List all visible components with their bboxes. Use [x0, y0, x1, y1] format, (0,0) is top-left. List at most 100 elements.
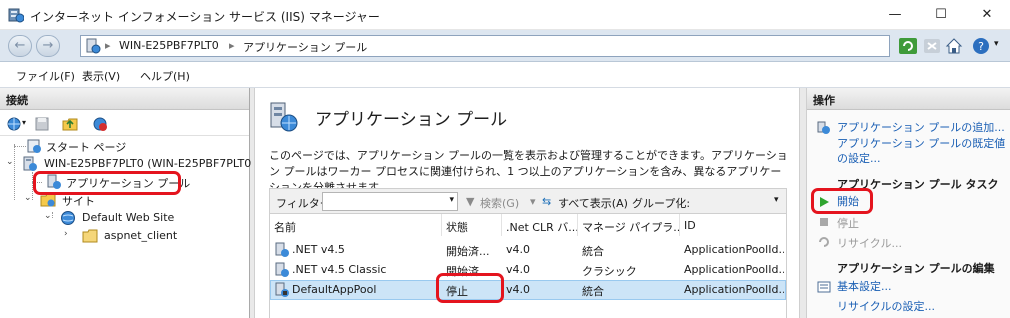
- cell-name: .NET v4.5 Classic: [292, 263, 387, 276]
- maximize-button[interactable]: ☐: [918, 0, 964, 30]
- show-all-icon: ⇆: [542, 195, 552, 208]
- highlight-box: [33, 171, 181, 195]
- menu-bar: ファイル(F) 表示(V) ヘルプ(H): [0, 62, 1010, 88]
- menu-help[interactable]: ヘルプ(H): [140, 68, 190, 84]
- filter-dropdown-icon[interactable]: ▾: [449, 195, 454, 205]
- highlight-box: [811, 188, 873, 214]
- recycle-settings-link[interactable]: リサイクルの設定...: [837, 299, 935, 314]
- connections-toolbar: ▾: [0, 112, 249, 136]
- cell-identity: ApplicationPoolId...: [684, 283, 784, 296]
- column-header-name[interactable]: 名前: [270, 214, 442, 236]
- help-dropdown-icon[interactable]: ▾: [994, 39, 999, 49]
- filter-input[interactable]: ▾: [322, 192, 458, 211]
- search-funnel-icon: ▼: [466, 195, 475, 208]
- actions-header: 操作: [807, 88, 1010, 110]
- connect-globe-icon[interactable]: [6, 116, 22, 132]
- collapse-chevron-icon[interactable]: ⌄: [6, 157, 14, 167]
- up-folder-icon[interactable]: [62, 116, 78, 132]
- globe-icon: [61, 211, 75, 225]
- page-title: アプリケーション プール: [315, 110, 508, 130]
- app-pool-icon: [275, 262, 289, 277]
- connections-pane: 接続 ▾ スタート ページ ⌄ WIN-E25PBF7PLT0 (WIN-E25…: [0, 88, 252, 318]
- minimize-button[interactable]: —: [872, 0, 918, 30]
- cell-state: 開始済...: [446, 245, 490, 258]
- navigation-bar: ← → ▸ WIN-E25PBF7PLT0 ▸ アプリケーション プール ? ▾: [0, 30, 1010, 62]
- highlight-box: [436, 273, 504, 303]
- folder-icon: [82, 229, 98, 243]
- column-header-identity[interactable]: ID: [680, 214, 786, 236]
- menu-view[interactable]: 表示(V): [82, 68, 120, 84]
- expand-chevron-icon[interactable]: ›: [64, 229, 68, 239]
- collapse-chevron-icon[interactable]: ⌄: [44, 211, 52, 221]
- connect-dropdown-icon[interactable]: ▾: [22, 118, 26, 127]
- svg-text:?: ?: [978, 40, 984, 53]
- breadcrumb-app-pools[interactable]: アプリケーション プール: [243, 39, 367, 55]
- cell-identity: ApplicationPoolId...: [684, 263, 784, 276]
- breadcrumb-server[interactable]: WIN-E25PBF7PLT0: [119, 39, 219, 52]
- app-pool-stopped-icon: [275, 282, 289, 297]
- address-separator-icon: ▸: [229, 39, 235, 52]
- app-pool-icon: [275, 242, 289, 257]
- tree-label: aspnet_client: [104, 229, 178, 242]
- cell-pipeline: 統合: [582, 285, 604, 298]
- cell-clr: v4.0: [506, 283, 531, 296]
- iis-app-icon: [8, 8, 24, 23]
- cell-clr: v4.0: [506, 243, 531, 256]
- table-row[interactable]: .NET v4.5 開始済... v4.0 統合 ApplicationPool…: [270, 240, 786, 260]
- address-separator-icon: ▸: [105, 39, 111, 52]
- column-header-pipeline[interactable]: マネージ パイプラ...: [578, 214, 680, 236]
- add-application-pool-link[interactable]: アプリケーション プールの追加...: [837, 120, 1007, 135]
- server-icon: [23, 156, 37, 171]
- cell-identity: ApplicationPoolId...: [684, 243, 784, 256]
- filter-bar-overflow-icon[interactable]: ▾: [774, 195, 779, 205]
- back-button[interactable]: ←: [8, 35, 32, 57]
- forward-button[interactable]: →: [36, 35, 60, 57]
- stop-link[interactable]: 停止: [837, 215, 859, 231]
- cell-name: DefaultAppPool: [292, 283, 377, 296]
- app-pools-table: 名前 状態 .Net CLR バ... マネージ パイプラ... ID .NET…: [269, 214, 787, 318]
- title-bar: インターネット インフォメーション サービス (IIS) マネージャー — ☐ …: [0, 0, 1010, 30]
- collapse-chevron-icon[interactable]: ⌄: [24, 193, 32, 203]
- tree-label: WIN-E25PBF7PLT0 (WIN-E25PBF7PLT0: [44, 157, 252, 170]
- server-icon: [86, 38, 101, 54]
- tree-label: スタート ページ: [46, 141, 127, 154]
- table-row[interactable]: .NET v4.5 Classic 開始済... v4.0 クラシック Appl…: [270, 260, 786, 280]
- recycle-link[interactable]: リサイクル...: [837, 235, 902, 251]
- cell-name: .NET v4.5: [292, 243, 345, 256]
- search-dropdown-icon[interactable]: ▾: [530, 195, 536, 208]
- close-button[interactable]: ✕: [964, 0, 1010, 30]
- show-all-button[interactable]: すべて表示(A): [558, 195, 628, 211]
- tree-label: Default Web Site: [82, 211, 175, 224]
- save-icon[interactable]: [34, 116, 50, 132]
- set-defaults-link[interactable]: アプリケーション プールの既定値の設定...: [837, 136, 1007, 166]
- menu-file[interactable]: ファイル(F): [16, 68, 75, 84]
- home-icon[interactable]: [944, 36, 964, 56]
- recycle-icon: [819, 237, 829, 247]
- edit-pool-header: アプリケーション プールの編集: [837, 262, 995, 275]
- stop-icon[interactable]: [922, 36, 942, 56]
- start-page-icon: [27, 139, 41, 153]
- tree-label: サイト: [62, 195, 95, 208]
- disconnect-icon[interactable]: [92, 116, 108, 132]
- stop-square-icon: [820, 218, 828, 226]
- address-bar[interactable]: ▸ WIN-E25PBF7PLT0 ▸ アプリケーション プール: [80, 35, 890, 57]
- cell-clr: v4.0: [506, 263, 531, 276]
- refresh-icon[interactable]: [898, 36, 918, 56]
- column-header-clr[interactable]: .Net CLR バ...: [502, 214, 578, 236]
- group-by-label: グループ化:: [632, 197, 691, 210]
- cell-pipeline: 統合: [582, 245, 604, 258]
- help-icon[interactable]: ?: [972, 36, 992, 56]
- window-title: インターネット インフォメーション サービス (IIS) マネージャー: [30, 10, 380, 24]
- basic-settings-icon: [817, 281, 831, 293]
- table-row-selected[interactable]: DefaultAppPool 停止 v4.0 統合 ApplicationPoo…: [270, 280, 786, 300]
- filter-bar: フィルター: ▾ ▼ 検索(G) ▾ ⇆ すべて表示(A) グループ化: ▾: [269, 188, 787, 214]
- search-button[interactable]: 検索(G): [480, 195, 519, 211]
- actions-pane: 操作 アプリケーション プールの追加... アプリケーション プールの既定値の設…: [806, 88, 1010, 318]
- basic-settings-link[interactable]: 基本設定...: [837, 279, 892, 294]
- application-pools-icon: [270, 102, 298, 132]
- connections-header: 接続: [0, 88, 249, 110]
- application-pools-pane: アプリケーション プール このページでは、アプリケーション プールの一覧を表示お…: [254, 88, 800, 318]
- cell-pipeline: クラシック: [582, 265, 637, 278]
- column-header-state[interactable]: 状態: [442, 214, 502, 236]
- add-pool-icon: [817, 121, 830, 134]
